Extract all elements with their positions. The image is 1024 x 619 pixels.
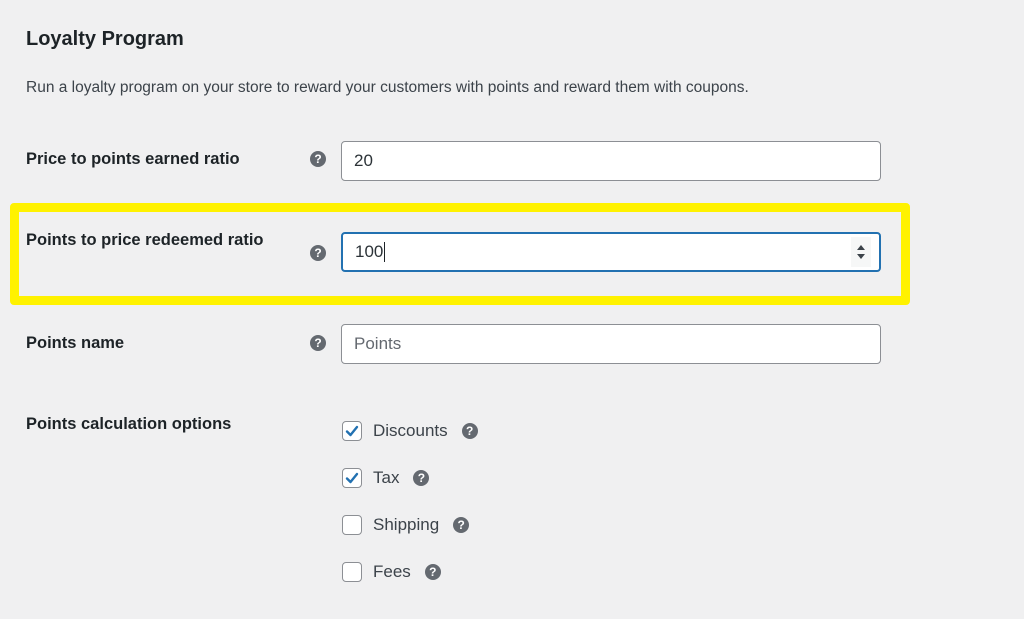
help-icon[interactable]: ? bbox=[413, 470, 430, 486]
text-caret bbox=[384, 242, 386, 263]
shipping-checkbox[interactable] bbox=[342, 515, 362, 535]
help-icon[interactable]: ? bbox=[310, 151, 326, 167]
help-icon[interactable]: ? bbox=[461, 423, 478, 439]
points-to-price-value: 100 bbox=[355, 241, 386, 263]
points-to-price-input[interactable]: 100 bbox=[341, 232, 881, 272]
tax-label: Tax bbox=[373, 468, 400, 487]
checkmark-icon bbox=[345, 472, 359, 484]
section-description: Run a loyalty program on your store to r… bbox=[26, 79, 749, 96]
option-fees[interactable]: Fees ? bbox=[342, 561, 441, 583]
option-discounts[interactable]: Discounts ? bbox=[342, 420, 478, 442]
help-icon[interactable]: ? bbox=[310, 245, 326, 261]
option-shipping[interactable]: Shipping ? bbox=[342, 514, 470, 536]
price-to-points-label: Price to points earned ratio bbox=[26, 150, 240, 168]
spinner-up-icon[interactable] bbox=[857, 245, 865, 250]
fees-label: Fees bbox=[373, 562, 411, 581]
tax-checkbox[interactable] bbox=[342, 468, 362, 488]
discounts-checkbox[interactable] bbox=[342, 421, 362, 441]
section-title: Loyalty Program bbox=[26, 28, 184, 50]
discounts-label: Discounts bbox=[373, 421, 448, 440]
calculation-options-label: Points calculation options bbox=[26, 415, 232, 433]
spinner-down-icon[interactable] bbox=[857, 254, 865, 259]
help-icon[interactable]: ? bbox=[453, 517, 470, 533]
shipping-label: Shipping bbox=[373, 515, 440, 534]
option-tax[interactable]: Tax ? bbox=[342, 467, 430, 489]
help-icon[interactable]: ? bbox=[310, 335, 326, 351]
points-name-label: Points name bbox=[26, 334, 125, 352]
help-icon[interactable]: ? bbox=[424, 564, 441, 580]
points-to-price-label: Points to price redeemed ratio bbox=[26, 231, 264, 249]
points-name-input[interactable]: Points bbox=[341, 324, 881, 364]
price-to-points-value: 20 bbox=[354, 151, 373, 170]
points-name-placeholder: Points bbox=[354, 334, 402, 353]
checkmark-icon bbox=[345, 425, 359, 437]
price-to-points-input[interactable]: 20 bbox=[341, 141, 881, 181]
number-spinner[interactable] bbox=[851, 237, 871, 267]
fees-checkbox[interactable] bbox=[342, 562, 362, 582]
